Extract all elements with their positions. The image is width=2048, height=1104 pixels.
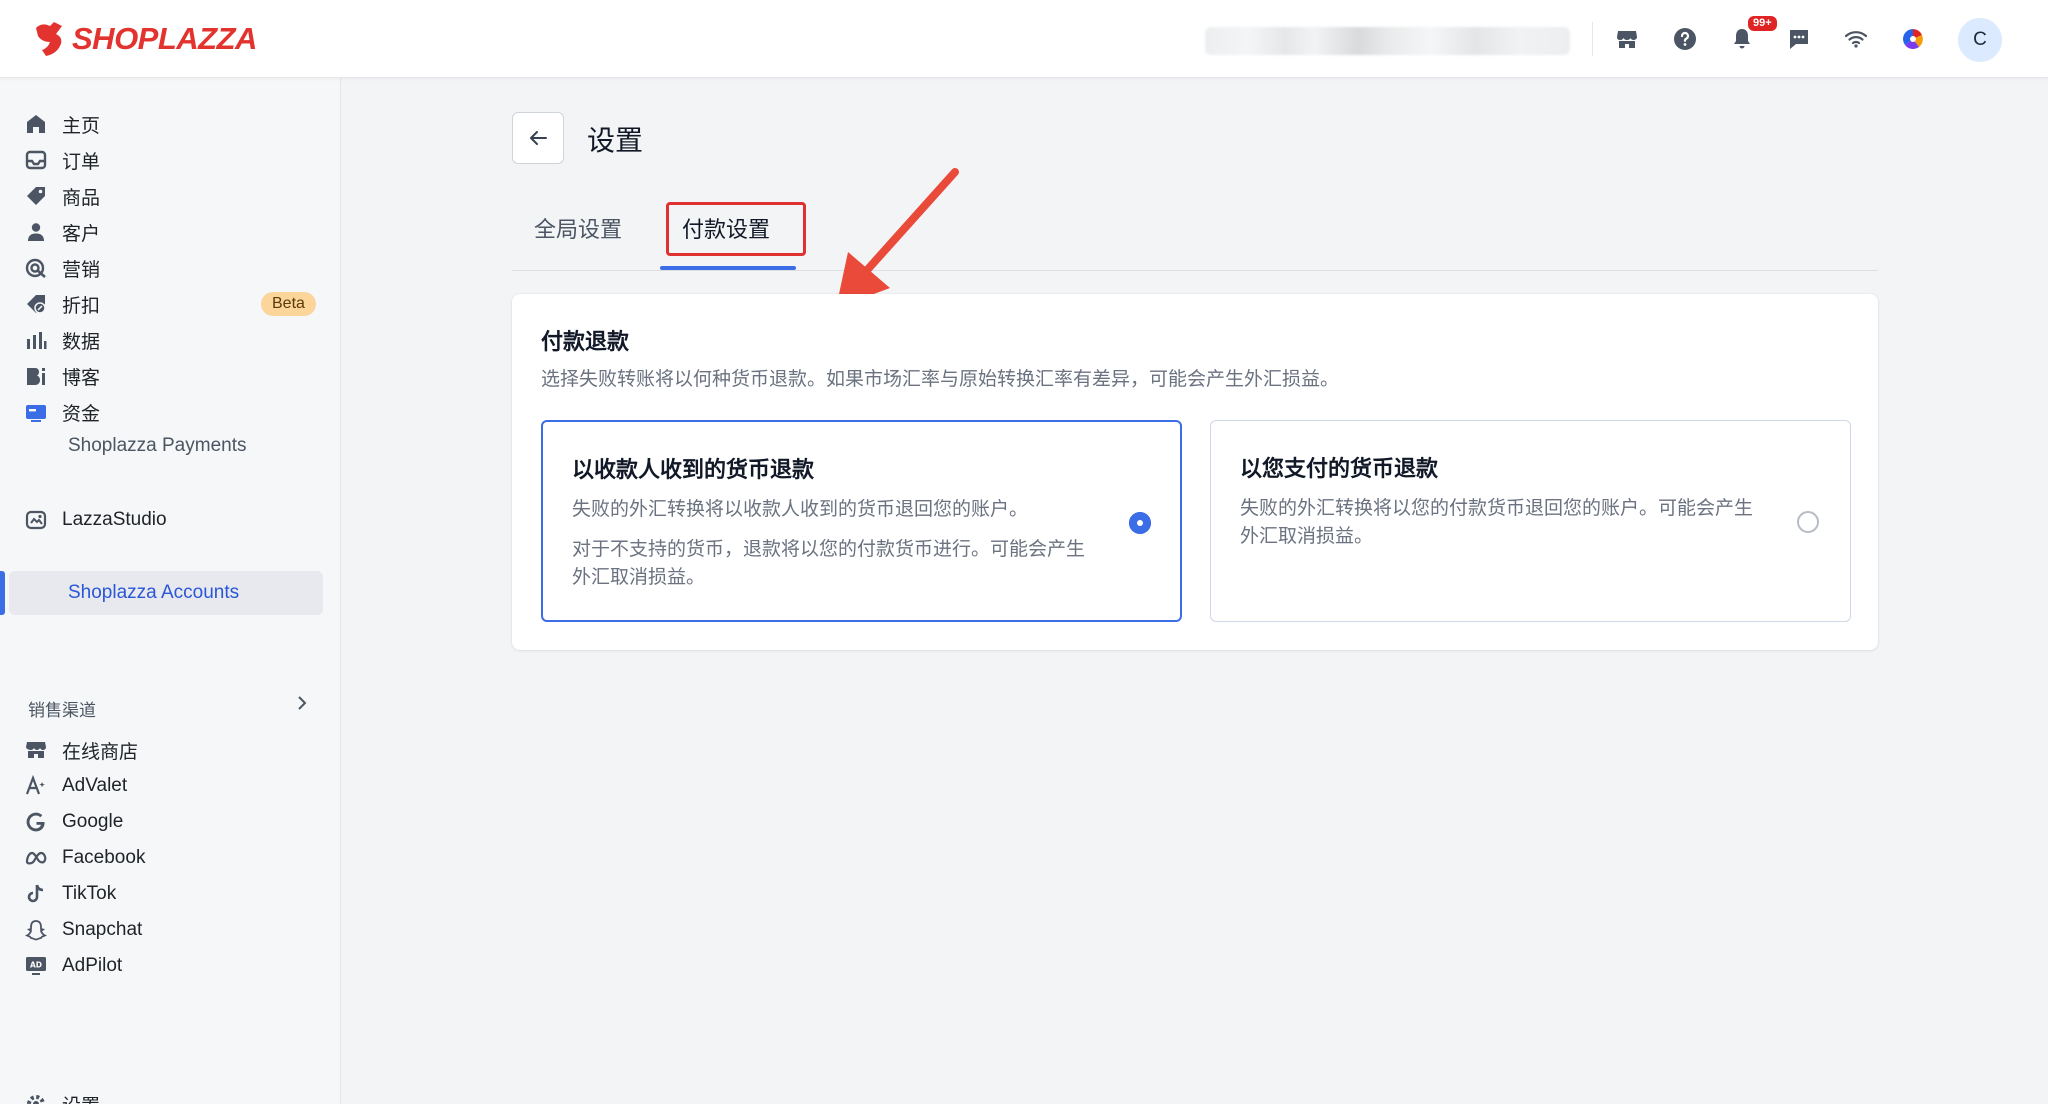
sidebar-item-discounts[interactable]: 折扣 Beta [14, 284, 323, 324]
sidebar-item-label: 数据 [62, 331, 101, 353]
sidebar-item-home[interactable]: 主页 [14, 104, 323, 144]
wifi-icon[interactable] [1841, 24, 1871, 54]
blog-icon [24, 364, 48, 388]
sidebar-item-label: 客户 [62, 223, 101, 245]
discount-icon [24, 292, 48, 316]
logo-mark-icon [36, 22, 62, 56]
tabs-divider [512, 270, 1878, 271]
ad-icon [24, 774, 48, 798]
refund-settings-card: 付款退款 选择失败转账将以何种货币退款。如果市场汇率与原始转换汇率有差异，可能会… [512, 294, 1878, 650]
store-switcher-blurred[interactable] [1205, 27, 1570, 55]
option-description: 失败的外汇转换将以您的付款货币退回您的账户。可能会产生外汇取消损益。 [1240, 498, 1754, 547]
target-icon [24, 256, 48, 280]
sidebar-item-settings[interactable]: 设置 [14, 1084, 323, 1104]
sidebar-item-label: Google [62, 811, 124, 832]
top-bar: SHOPLAZZA 99+ C [0, 0, 2048, 78]
beta-badge: Beta [261, 292, 316, 316]
card-title: 付款退款 [541, 329, 630, 354]
sidebar-subitem-shoplazza-payments[interactable]: Shoplazza Payments [14, 424, 323, 468]
sidebar-item-label: 博客 [62, 367, 101, 389]
sidebar-item-label: LazzaStudio [62, 509, 167, 530]
sidebar-channel-tiktok[interactable]: TikTok [14, 874, 323, 914]
topbar-divider [1592, 22, 1593, 56]
sidebar-item-label: 折扣 [62, 295, 101, 317]
option-description: 失败的外汇转换将以收款人收到的货币退回您的账户。 [572, 499, 1029, 520]
sidebar-item-marketing[interactable]: 营销 [14, 248, 323, 288]
sidebar-item-orders[interactable]: 订单 [14, 140, 323, 180]
chevron-right-icon[interactable] [293, 694, 311, 717]
sidebar-item-customers[interactable]: 客户 [14, 212, 323, 252]
sidebar-item-label: Facebook [62, 847, 146, 868]
sidebar-subitem-label: Shoplazza Payments [68, 435, 247, 456]
sidebar-subitem-shoplazza-accounts[interactable]: Shoplazza Accounts [9, 571, 323, 615]
tag-icon [24, 184, 48, 208]
active-indicator [0, 571, 5, 615]
message-icon[interactable] [1784, 24, 1814, 54]
color-wheel-icon[interactable] [1898, 24, 1928, 54]
back-button[interactable] [512, 112, 564, 164]
sidebar-channel-facebook[interactable]: Facebook [14, 838, 323, 878]
adpilot-icon: AD [24, 954, 48, 978]
lazzastudio-icon [24, 508, 48, 532]
sidebar-item-blog[interactable]: 博客 [14, 356, 323, 396]
sidebar-channel-advalet[interactable]: AdValet [14, 766, 323, 806]
sidebar-channel-online-store[interactable]: 在线商店 [14, 730, 323, 770]
notification-badge: 99+ [1746, 14, 1779, 33]
sales-channels-heading: 销售渠道 [28, 701, 96, 720]
sidebar-item-label: 订单 [62, 151, 101, 173]
home-icon [24, 112, 48, 136]
google-icon [24, 810, 48, 834]
page-title: 设置 [587, 125, 644, 156]
person-icon [24, 220, 48, 244]
sidebar-item-label: AdPilot [62, 955, 123, 976]
sidebar-item-label: 在线商店 [62, 741, 139, 763]
logo-text: SHOPLAZZA [72, 21, 257, 56]
meta-icon [24, 846, 48, 870]
option-recipient-currency[interactable]: 以收款人收到的货币退款 失败的外汇转换将以收款人收到的货币退回您的账户。 对于不… [541, 420, 1182, 622]
sidebar-subitem-label: Shoplazza Accounts [68, 582, 240, 603]
sidebar-channel-adpilot[interactable]: AD AdPilot [14, 946, 323, 986]
shoplazza-logo[interactable]: SHOPLAZZA [32, 20, 257, 58]
sidebar-item-label: 营销 [62, 259, 101, 281]
sidebar-item-lazzastudio[interactable]: LazzaStudio [14, 500, 323, 540]
option-title: 以您支付的货币退款 [1240, 456, 1439, 481]
sidebar-item-label: 设置 [62, 1091, 100, 1104]
sidebar-item-label: Snapchat [62, 919, 143, 940]
help-icon[interactable] [1670, 24, 1700, 54]
arrow-left-icon [530, 131, 547, 145]
radio-unselected[interactable] [1797, 511, 1819, 533]
snapchat-icon [24, 918, 48, 942]
gear-icon [24, 1092, 48, 1104]
sidebar-channel-google[interactable]: Google [14, 802, 323, 842]
option-paid-currency[interactable]: 以您支付的货币退款 失败的外汇转换将以您的付款货币退回您的账户。可能会产生外汇取… [1210, 420, 1851, 622]
tiktok-icon [24, 882, 48, 906]
bar-chart-icon [24, 328, 48, 352]
inbox-icon [24, 148, 48, 172]
wallet-icon [24, 400, 48, 424]
tab-highlight-box [666, 202, 806, 256]
sidebar-item-label: AdValet [62, 775, 128, 796]
store-icon[interactable] [1612, 24, 1642, 54]
sidebar-item-label: 主页 [62, 115, 101, 137]
option-note: 对于不支持的货币，退款将以您的付款货币进行。可能会产生外汇取消损益。 [572, 539, 1086, 588]
option-title: 以收款人收到的货币退款 [572, 457, 815, 482]
sidebar-channel-snapchat[interactable]: Snapchat [14, 910, 323, 950]
sidebar-item-label: TikTok [62, 883, 117, 904]
sidebar-item-analytics[interactable]: 数据 [14, 320, 323, 360]
card-description: 选择失败转账将以何种货币退款。如果市场汇率与原始转换汇率有差异，可能会产生外汇损… [541, 369, 1340, 390]
avatar[interactable]: C [1958, 18, 2002, 62]
sidebar-item-label: 商品 [62, 187, 101, 209]
tab-global-settings[interactable]: 全局设置 [534, 212, 622, 244]
radio-selected[interactable] [1129, 512, 1151, 534]
sidebar: 主页 订单 商品 客户 营销 折扣 Beta 数据 博客 资金 Shoplazz… [0, 78, 341, 1104]
sidebar-item-products[interactable]: 商品 [14, 176, 323, 216]
store-icon [24, 738, 48, 762]
sidebar-item-label: 资金 [62, 403, 101, 425]
svg-text:AD: AD [30, 961, 42, 970]
